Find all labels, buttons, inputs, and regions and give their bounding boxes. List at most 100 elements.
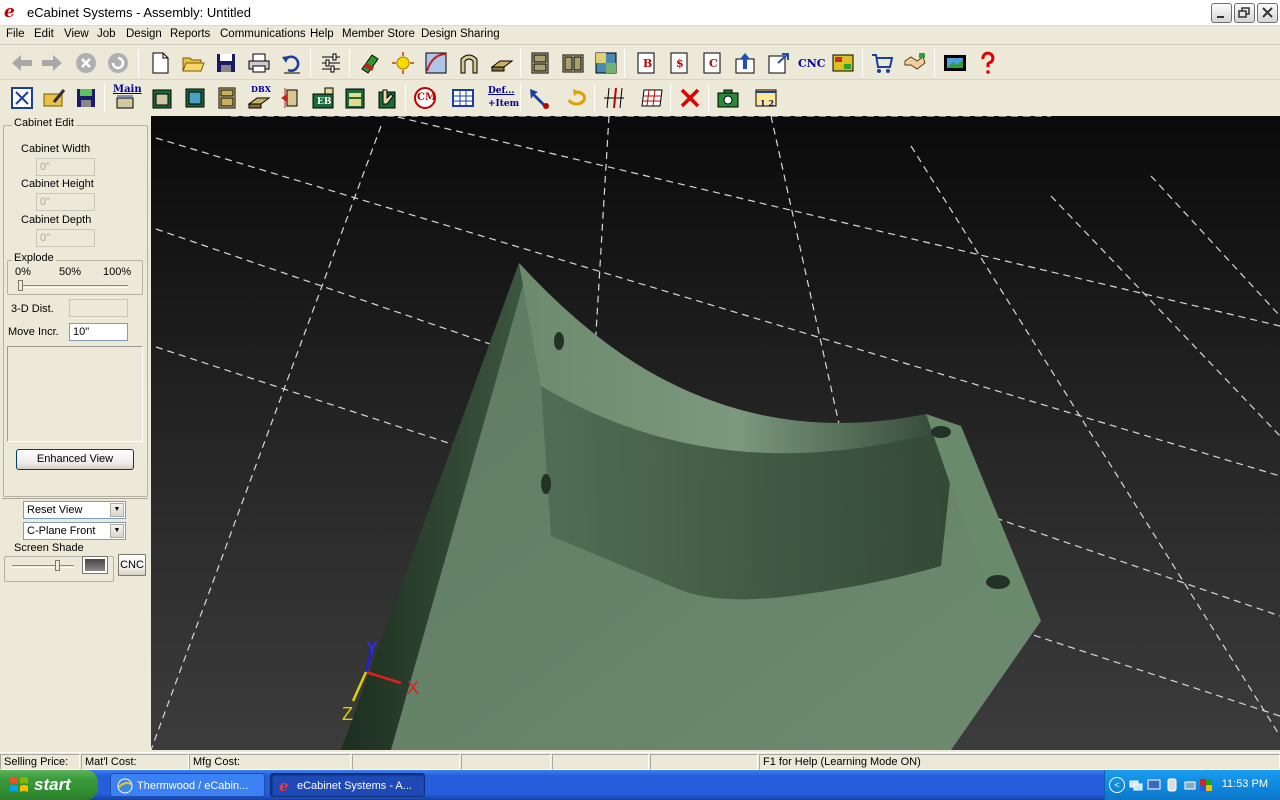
hardware-button[interactable] [373,84,401,112]
menu-file[interactable]: File [6,28,25,40]
divider [2,498,148,499]
wall-cabinet-icon [185,88,205,108]
view-select[interactable]: Reset View ▼ [23,501,126,519]
menu-communications[interactable]: Communications [220,28,306,40]
cnc-toolbar-button[interactable]: CNC [798,57,826,70]
menu-job[interactable]: Job [97,28,116,40]
start-button[interactable]: start [0,770,98,800]
close-design-button[interactable] [8,84,36,112]
panel-button[interactable] [488,49,516,77]
face-frame-button[interactable] [341,84,369,112]
3d-scene: X Y Z [151,116,1280,750]
taskbar-item-thermwood[interactable]: Thermwood / eCabin... [110,773,265,797]
dbx-button[interactable]: DBX [245,84,273,112]
menu-member-store[interactable]: Member Store [342,28,415,40]
layout-button[interactable] [829,49,857,77]
taskbar-item-ecabinet[interactable]: e eCabinet Systems - A... [270,773,425,797]
screen-shade-slider-thumb[interactable] [54,560,60,571]
main-button[interactable]: Main [111,84,142,112]
film-icon [944,55,966,71]
material-swatch-icon [361,54,379,74]
stop-button[interactable] [72,49,100,77]
cabinet-width-field[interactable]: 0" [36,158,95,176]
enhanced-view-button[interactable]: Enhanced View [16,449,134,470]
cnc-button[interactable]: CNC [118,554,146,576]
chevron-left-icon[interactable]: < [1109,777,1125,793]
menu-edit[interactable]: Edit [34,28,54,40]
stretch-button[interactable] [277,84,305,112]
matl-cost-status: Mat'l Cost: [81,754,189,770]
explode-slider-track[interactable] [18,285,128,288]
minimize-button[interactable] [1211,3,1232,23]
dist-field[interactable] [69,299,128,317]
properties-button[interactable] [317,49,345,77]
open-button[interactable] [179,49,207,77]
rotate-button[interactable] [562,84,590,112]
save-button[interactable] [212,49,240,77]
price-report-button[interactable]: $ [665,49,693,77]
edit-folder-icon [43,89,66,107]
hardware-hand-icon [378,89,396,109]
define-item-button[interactable]: Def... +Item [485,84,519,112]
network-icon[interactable] [1129,778,1143,792]
tall-cabinet-button[interactable] [213,84,241,112]
security-shield-icon[interactable] [1199,778,1213,792]
cabinet-height-field[interactable]: 0" [36,193,95,211]
bill-report-button[interactable]: B [632,49,660,77]
delete-x-icon [680,88,700,108]
back-arrow-icon [12,55,32,71]
select-button[interactable] [525,84,553,112]
forward-button[interactable] [38,49,66,77]
minimize-icon [1217,16,1224,18]
store-button[interactable] [868,49,896,77]
print-button[interactable] [245,49,273,77]
video-button[interactable] [941,49,969,77]
measure-button[interactable]: 1 2 [752,84,780,112]
upload-button[interactable] [731,49,759,77]
cm-button[interactable]: CM [411,84,439,112]
lighting-button[interactable] [389,49,417,77]
texture-button[interactable] [592,49,620,77]
plane-select[interactable]: C-Plane Front ▼ [23,522,126,540]
usb-icon[interactable] [1165,778,1179,792]
section-view-button[interactable] [600,84,628,112]
export-button[interactable] [764,49,792,77]
cut-report-button[interactable]: C [698,49,726,77]
menu-reports[interactable]: Reports [170,28,210,40]
edge-band-button[interactable]: EB [309,84,337,112]
calculator-button[interactable] [449,84,477,112]
cabinet-depth-field[interactable]: 0" [36,229,95,247]
base-cabinet-button[interactable] [148,84,176,112]
refresh-button[interactable] [104,49,132,77]
menu-view[interactable]: View [64,28,89,40]
move-incr-field[interactable]: 10" [69,323,128,341]
delete-button[interactable] [676,84,704,112]
cabinets-button[interactable] [559,49,587,77]
wall-cabinet-button[interactable] [181,84,209,112]
partners-button[interactable] [901,49,929,77]
material-button[interactable] [356,49,384,77]
menu-help[interactable]: Help [310,28,334,40]
snapshot-button[interactable] [714,84,742,112]
save-design-button[interactable] [72,84,100,112]
display-icon[interactable] [1147,778,1161,792]
shade-color-button[interactable] [82,556,108,574]
undo-button[interactable] [278,49,306,77]
close-button[interactable] [1257,3,1278,23]
arch-button[interactable] [455,49,483,77]
power-icon[interactable] [1183,778,1197,792]
back-button[interactable] [8,49,36,77]
edit-design-button[interactable] [40,84,68,112]
menu-design[interactable]: Design [126,28,162,40]
cabinet-button[interactable] [526,49,554,77]
screen-shade-slider-track[interactable] [12,565,74,568]
menu-design-sharing[interactable]: Design Sharing [421,28,500,40]
status-cell [461,754,551,770]
curve-button[interactable] [422,49,450,77]
restore-button[interactable] [1234,3,1255,23]
new-button[interactable] [146,49,174,77]
3d-viewport[interactable]: X Y Z [151,116,1280,750]
explode-slider-thumb[interactable] [18,280,23,291]
grid-button[interactable] [638,84,666,112]
help-button[interactable] [974,49,1002,77]
